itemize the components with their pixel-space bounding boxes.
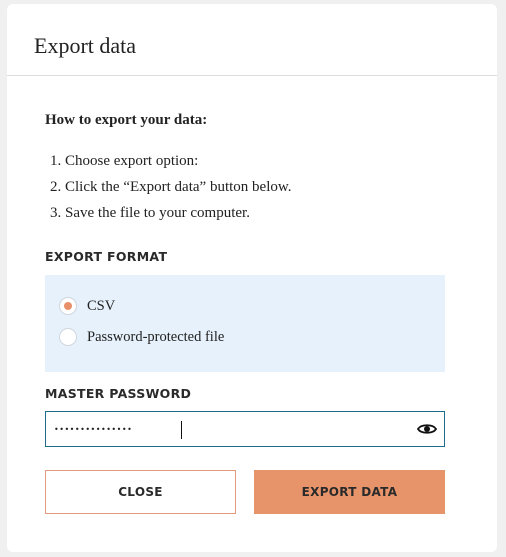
- radio-option-password-protected[interactable]: Password-protected file: [59, 328, 224, 346]
- close-button[interactable]: CLOSE: [45, 470, 236, 514]
- master-password-field[interactable]: [45, 411, 445, 447]
- instructions-steps: 1. Choose export option: 2. Click the “E…: [50, 148, 291, 226]
- password-protected-radio-label: Password-protected file: [87, 328, 225, 345]
- master-password-label: MASTER PASSWORD: [45, 386, 192, 401]
- master-password-input[interactable]: [54, 418, 404, 440]
- instruction-step: 3. Save the file to your computer.: [50, 205, 250, 221]
- csv-radio[interactable]: [59, 297, 77, 315]
- instructions-title: How to export your data:: [45, 112, 208, 128]
- csv-radio-label: CSV: [87, 297, 116, 314]
- text-caret: [181, 421, 182, 439]
- export-format-label: EXPORT FORMAT: [45, 249, 168, 264]
- password-protected-radio[interactable]: [59, 328, 77, 346]
- export-data-button[interactable]: EXPORT DATA: [254, 470, 445, 514]
- instruction-step: 1. Choose export option:: [50, 153, 199, 169]
- instruction-step: 2. Click the “Export data” button below.: [50, 179, 292, 195]
- dialog-header: Export data: [7, 4, 497, 76]
- eye-icon[interactable]: [416, 419, 438, 439]
- dialog-title: Export data: [34, 33, 137, 58]
- radio-option-csv[interactable]: CSV: [59, 297, 115, 315]
- export-format-options: CSV Password-protected file: [45, 275, 445, 372]
